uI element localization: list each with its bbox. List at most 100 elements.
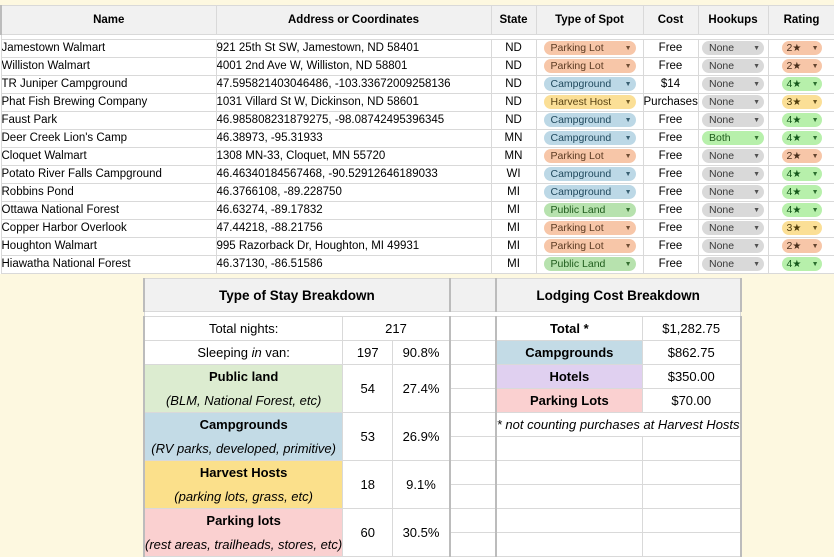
type-of-spot-dropdown[interactable]: Public Land ▼ [543, 257, 636, 271]
lodging-label-campgrounds: Campgrounds [495, 340, 643, 365]
table-row: Faust Park 46.985808231879275, -98.087424… [0, 111, 834, 130]
star-icon: ★ [792, 241, 802, 252]
table-row: Cloquet Walmart 1308 MN-33, Cloquet, MN 5… [0, 147, 834, 166]
rating-dropdown-label: 4★ [786, 114, 802, 126]
cell-type-of-spot: Parking Lot ▼ [535, 39, 644, 58]
hookups-dropdown[interactable]: None ▼ [702, 239, 764, 253]
rating-dropdown-label: 3★ [786, 96, 802, 108]
hookups-dropdown[interactable]: None ▼ [702, 257, 764, 271]
cell-rating: 4★ ▼ [767, 201, 834, 220]
chevron-down-icon: ▼ [624, 80, 632, 88]
chevron-down-icon: ▼ [811, 206, 819, 214]
hookups-dropdown[interactable]: Both ▼ [702, 131, 764, 145]
cell-name: Deer Creek Lion's Camp [0, 129, 217, 148]
chevron-down-icon: ▼ [753, 134, 760, 142]
cell-hookups: None ▼ [697, 39, 769, 58]
cell-cost: Free [642, 57, 699, 76]
type-of-spot-dropdown[interactable]: Public Land ▼ [543, 203, 636, 217]
category-sub-parking-lots: (rest areas, trailheads, stores, etc) [143, 532, 344, 557]
chevron-down-icon: ▼ [753, 260, 760, 268]
rating-dropdown-label: 2★ [786, 240, 802, 252]
star-icon: ★ [792, 115, 802, 126]
hookups-dropdown[interactable]: None ▼ [702, 77, 764, 91]
empty-cell [641, 436, 742, 461]
chevron-down-icon: ▼ [811, 44, 819, 52]
rating-dropdown[interactable]: 3★ ▼ [781, 221, 822, 235]
chevron-down-icon: ▼ [753, 80, 760, 88]
star-icon: ★ [792, 169, 802, 180]
type-of-spot-dropdown[interactable]: Parking Lot ▼ [543, 41, 636, 55]
rating-dropdown[interactable]: 2★ ▼ [781, 59, 822, 73]
chevron-down-icon: ▼ [624, 170, 632, 178]
rating-dropdown-label: 4★ [786, 132, 802, 144]
rating-dropdown[interactable]: 4★ ▼ [781, 203, 822, 217]
rating-dropdown[interactable]: 4★ ▼ [781, 185, 822, 199]
cell-name: Robbins Pond [0, 183, 217, 202]
spacer-cell [448, 412, 497, 437]
category-count-public-land: 54 [342, 364, 394, 413]
type-of-spot-dropdown[interactable]: Parking Lot ▼ [543, 221, 636, 235]
hookups-dropdown[interactable]: None ▼ [702, 203, 764, 217]
type-of-spot-dropdown[interactable]: Campground ▼ [543, 77, 636, 91]
rating-dropdown[interactable]: 4★ ▼ [781, 167, 822, 181]
cell-rating: 4★ ▼ [767, 75, 834, 94]
table-row: Ottawa National Forest 46.63274, -89.1783… [0, 201, 834, 220]
hookups-dropdown[interactable]: None ▼ [702, 113, 764, 127]
type-of-spot-dropdown[interactable]: Campground ▼ [543, 131, 636, 145]
rating-dropdown[interactable]: 4★ ▼ [781, 257, 822, 271]
type-of-spot-dropdown[interactable]: Parking Lot ▼ [543, 149, 636, 163]
empty-cell [495, 508, 643, 533]
hookups-dropdown[interactable]: None ▼ [702, 95, 764, 109]
cell-address: 46.985808231879275, -98.08742495396345 [215, 111, 492, 130]
cell-name: TR Juniper Campground [0, 75, 217, 94]
column-header-rating: Rating [767, 5, 834, 35]
hookups-dropdown-label: None [709, 222, 735, 234]
type-of-spot-dropdown[interactable]: Parking Lot ▼ [543, 239, 636, 253]
type-of-spot-dropdown[interactable]: Parking Lot ▼ [543, 59, 636, 73]
table-row: Williston Walmart 4001 2nd Ave W, Willist… [0, 57, 834, 76]
hookups-dropdown-label: None [709, 96, 735, 108]
cell-hookups: None ▼ [697, 93, 769, 112]
rating-dropdown[interactable]: 4★ ▼ [781, 131, 822, 145]
star-icon: ★ [792, 223, 802, 234]
rating-dropdown[interactable]: 3★ ▼ [781, 95, 822, 109]
chevron-down-icon: ▼ [811, 116, 819, 124]
type-of-spot-dropdown[interactable]: Campground ▼ [543, 167, 636, 181]
cell-hookups: Both ▼ [697, 129, 769, 148]
type-of-spot-dropdown[interactable]: Campground ▼ [543, 185, 636, 199]
rating-dropdown[interactable]: 2★ ▼ [781, 149, 822, 163]
hookups-dropdown[interactable]: None ▼ [702, 41, 764, 55]
star-icon: ★ [792, 151, 802, 162]
rating-dropdown[interactable]: 4★ ▼ [781, 77, 822, 91]
type-of-spot-dropdown-label: Parking Lot [550, 240, 604, 252]
rating-dropdown[interactable]: 2★ ▼ [781, 41, 822, 55]
chevron-down-icon: ▼ [624, 242, 632, 250]
rating-dropdown-label: 2★ [786, 60, 802, 72]
cell-cost: Free [642, 39, 699, 58]
empty-cell [641, 532, 742, 557]
hookups-dropdown[interactable]: None ▼ [702, 167, 764, 181]
hookups-dropdown[interactable]: None ▼ [702, 185, 764, 199]
hookups-dropdown[interactable]: None ▼ [702, 59, 764, 73]
rating-dropdown[interactable]: 2★ ▼ [781, 239, 822, 253]
chevron-down-icon: ▼ [811, 170, 819, 178]
hookups-dropdown[interactable]: None ▼ [702, 149, 764, 163]
category-percent-public-land: 27.4% [392, 364, 451, 413]
hookups-dropdown[interactable]: None ▼ [702, 221, 764, 235]
rating-dropdown[interactable]: 4★ ▼ [781, 113, 822, 127]
cell-type-of-spot: Parking Lot ▼ [535, 237, 644, 256]
empty-cell [641, 508, 742, 533]
type-of-spot-dropdown[interactable]: Campground ▼ [543, 113, 636, 127]
cell-rating: 2★ ▼ [767, 39, 834, 58]
type-of-spot-dropdown[interactable]: Harvest Host ▼ [543, 95, 636, 109]
cell-hookups: None ▼ [697, 57, 769, 76]
cell-name: Phat Fish Brewing Company [0, 93, 217, 112]
breakdown-row: Parking lots 60 30.5% [143, 508, 742, 557]
chevron-down-icon: ▼ [811, 98, 819, 106]
hookups-dropdown-label: None [709, 168, 735, 180]
cell-address: 46.3766108, -89.228750 [215, 183, 492, 202]
empty-cell [495, 460, 643, 485]
hookups-dropdown-label: None [709, 186, 735, 198]
chevron-down-icon: ▼ [753, 188, 760, 196]
column-header-cost: Cost [642, 5, 699, 35]
